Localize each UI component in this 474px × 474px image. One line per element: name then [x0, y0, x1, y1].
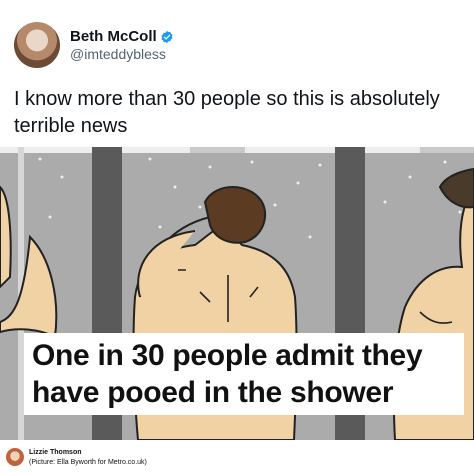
- headline-line-1: One in 30 people admit they: [32, 339, 423, 372]
- author-avatar[interactable]: [14, 22, 60, 68]
- headline-line-2: have pooed in the shower: [32, 376, 394, 409]
- verified-badge-icon: [161, 30, 173, 43]
- credit-footer: Lizzie Thomson (Picture: Ella Byworth fo…: [0, 440, 474, 474]
- author-name-row: Beth McColl: [70, 28, 174, 46]
- writer-avatar: [6, 448, 24, 466]
- picture-credit: (Picture: Ella Byworth for Metro.co.uk): [29, 459, 147, 466]
- author-handle[interactable]: @imteddybless: [70, 46, 174, 63]
- headline-caption-box: One in 30 people admit they have pooed i…: [24, 333, 464, 415]
- author-name[interactable]: Beth McColl: [70, 28, 157, 46]
- writer-name: Lizzie Thomson: [29, 449, 82, 456]
- tweet-text: I know more than 30 people so this is ab…: [14, 88, 440, 137]
- tweet-header: Beth McColl @imteddybless: [14, 22, 174, 68]
- author-info: Beth McColl @imteddybless: [70, 28, 174, 63]
